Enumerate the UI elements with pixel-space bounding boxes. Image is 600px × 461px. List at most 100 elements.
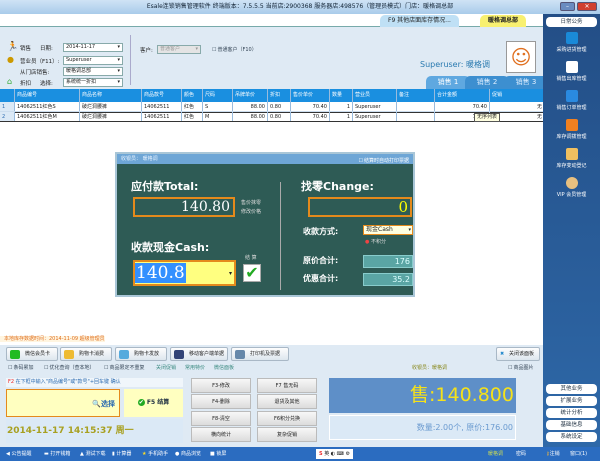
table-row[interactable]: 1 14062511红色S 破烂洞腰裤 14062511 红色 S 88.00 … xyxy=(0,102,545,112)
taskbar-password[interactable]: 密码 xyxy=(516,447,526,461)
col-size[interactable]: 尺码 xyxy=(203,89,233,102)
tab-sale-2[interactable]: 销售 2 xyxy=(465,76,509,89)
product-code-input[interactable]: 🔍选择 xyxy=(6,389,120,417)
wechat-panel-link[interactable]: 微信面板 xyxy=(214,364,234,371)
clerk-select[interactable]: Superuser xyxy=(63,56,123,65)
f4-delete-button[interactable]: F4-删除 xyxy=(191,394,251,409)
close-button[interactable]: ✕ xyxy=(577,2,597,11)
taskbar-lock-screen[interactable]: ■ 锁屏 xyxy=(210,447,226,461)
cell: 70.40 xyxy=(291,102,330,111)
ime-toolbar[interactable]: S 英 ◐ ⌨ ⚙ xyxy=(316,449,354,459)
taskbar-cash-drawer[interactable]: ▬ 打开钱箱 xyxy=(44,447,70,461)
clerk-icon: ● xyxy=(7,55,14,64)
cash-input[interactable]: 140.8 ▾ xyxy=(133,260,236,286)
sidebar-other-business[interactable]: 其他业务 xyxy=(546,384,597,394)
col-discount[interactable]: 折扣 xyxy=(268,89,291,102)
cell xyxy=(397,112,435,121)
sidebar-daily-affairs[interactable]: 日常公务 xyxy=(546,17,597,27)
settle-check-button[interactable]: ✔ xyxy=(243,264,261,282)
mobile-orders-button[interactable]: 移动客户端单据 xyxy=(170,347,228,361)
col-amount[interactable]: 合计金额 xyxy=(435,89,490,102)
col-clerk[interactable]: 营业员 xyxy=(353,89,397,102)
printer-button[interactable]: 打印机及票据 xyxy=(231,347,289,361)
col-sale-price[interactable]: 售价单价 xyxy=(291,89,330,102)
col-tag-price[interactable]: 吊牌单价 xyxy=(233,89,268,102)
cell xyxy=(397,102,435,111)
pay-method-label: 收款方式: xyxy=(303,227,339,236)
f7-no-code-button[interactable]: F7 售无码 xyxy=(257,378,317,393)
sidebar-item-purchase[interactable]: 采购进货管理 xyxy=(543,32,600,53)
total-label: 应付款Total: xyxy=(131,180,199,193)
window-title: Esale连锁销售管理软件 终端版本：7.5.5.5 当前店:2900368 服… xyxy=(146,3,454,10)
col-note[interactable]: 备注 xyxy=(397,89,435,102)
table-row[interactable]: 2 14062511红色M 破烂洞腰裤 14062511 红色 M 88.00 … xyxy=(0,112,545,122)
change-field: 0 xyxy=(308,197,412,217)
taskbar-product-browse[interactable]: ● 商品浏览 xyxy=(175,447,201,461)
barcode-accumulate-checkbox[interactable]: 条码累加 xyxy=(8,364,33,371)
sidebar-system-settings[interactable]: 系统设定 xyxy=(546,432,597,442)
sidebar-extended-business[interactable]: 扩展业务 xyxy=(546,396,597,406)
f8-clear-button[interactable]: F8-清空 xyxy=(191,411,251,426)
minimize-button[interactable]: – xyxy=(560,2,575,11)
f6-points-button[interactable]: F6积分兑换 xyxy=(257,411,317,426)
col-promo[interactable]: 促销 xyxy=(490,89,545,102)
pay-method-select[interactable]: 现金Cash ▾ xyxy=(363,225,413,235)
tab-sale-1[interactable]: 销售 1 xyxy=(426,76,470,89)
customer-input[interactable]: 普通客户 xyxy=(157,45,201,54)
taskbar-phone-assistant[interactable]: ★ 手机助手 xyxy=(142,447,168,461)
sidebar-item-vip[interactable]: VIP 会员管理 xyxy=(543,177,600,198)
film-icon xyxy=(174,350,184,359)
no-duplicate-checkbox[interactable]: 商品限定不重复 xyxy=(104,364,144,371)
x-icon: ✖ xyxy=(500,351,505,357)
taskbar-calculator[interactable]: ▮ 计算器 xyxy=(112,447,131,461)
shopping-card-consume-button[interactable]: 购物卡消费 xyxy=(60,347,112,361)
select-button[interactable]: 🔍选择 xyxy=(92,399,115,409)
col-style[interactable]: 商品款号 xyxy=(142,89,182,102)
sidebar-basic-info[interactable]: 基础信息 xyxy=(546,420,597,430)
window-button[interactable]: 窗口(1) xyxy=(570,447,587,461)
tab-store[interactable]: 暖格调总部 xyxy=(480,15,527,27)
sidebar-item-stock-change[interactable]: 库存变动登记 xyxy=(543,148,600,169)
col-code[interactable]: 商品编号 xyxy=(15,89,80,102)
edit-price-link[interactable]: 修改价格 xyxy=(241,208,261,215)
no-points-icon: ● xyxy=(365,239,370,245)
horizontal-stats-button[interactable]: 横向统计 xyxy=(191,427,251,442)
logout-button[interactable]: ⚷注销 xyxy=(546,447,560,461)
sidebar-statistics[interactable]: 统计分析 xyxy=(546,408,597,418)
cell: 破烂洞腰裤 xyxy=(80,102,142,111)
wechat-member-button[interactable]: 微信会员卡 xyxy=(6,347,58,361)
col-qty[interactable]: 数量 xyxy=(330,89,353,102)
cash-dropdown-icon[interactable]: ▾ xyxy=(229,270,232,277)
f3-edit-button[interactable]: F3-修改 xyxy=(191,378,251,393)
from-store-select[interactable]: 暖格调总部 xyxy=(63,67,123,76)
shopping-card-issue-button[interactable]: 购物卡发放 xyxy=(115,347,167,361)
round-link[interactable]: 售价抹零 xyxy=(241,199,261,206)
tab-sale-3[interactable]: 销售 3 xyxy=(504,76,548,89)
return-button[interactable]: 退货及其他 xyxy=(257,394,317,409)
col-name[interactable]: 商品名称 xyxy=(80,89,142,102)
special-price-link[interactable]: 常用特价 xyxy=(185,364,205,371)
close-promo-link[interactable]: 关闭促销 xyxy=(156,364,176,371)
tab-strip: F9 其他店面库存情况... 暖格调总部 xyxy=(0,14,543,27)
summary-display: 数量:2.00个, 原价:176.00 xyxy=(329,415,516,440)
taskbar-notice[interactable]: ◀ 公告提醒 xyxy=(6,447,31,461)
complex-promo-button[interactable]: 复杂促销 xyxy=(257,427,317,442)
normal-customer-checkbox[interactable]: 普通客户（F10） xyxy=(212,46,256,53)
col-color[interactable]: 颜色 xyxy=(182,89,203,102)
cell: Superuser xyxy=(353,112,397,121)
no-points-button[interactable]: ● 不积分 xyxy=(365,238,386,245)
cell: M xyxy=(203,112,233,121)
orig-total-value: 176 xyxy=(363,255,413,268)
sidebar-item-sales-out[interactable]: 销售出库管理 xyxy=(543,61,600,82)
product-image-checkbox[interactable]: 商品图片 xyxy=(508,364,533,371)
tab-other-store-stock[interactable]: F9 其他店面库存情况... xyxy=(380,15,459,27)
auto-print-checkbox[interactable]: 结算时自动打印票据 xyxy=(359,156,409,166)
sidebar-item-transfer[interactable]: 库存调拨管理 xyxy=(543,119,600,140)
close-panel-button[interactable]: ✖ 关闭该面板 xyxy=(496,347,540,361)
sidebar-item-sales-order[interactable]: 销售订单管理 xyxy=(543,90,600,111)
taskbar-test-download[interactable]: ▲ 测试下载 xyxy=(80,447,105,461)
optimize-query-checkbox[interactable]: 优化查询（查本地） xyxy=(44,364,94,371)
settle-button[interactable]: ✔ F5 结算 xyxy=(124,389,183,417)
date-picker[interactable]: 2014-11-17 xyxy=(63,43,123,52)
discount-select[interactable]: 系统统一折扣 xyxy=(63,78,123,87)
